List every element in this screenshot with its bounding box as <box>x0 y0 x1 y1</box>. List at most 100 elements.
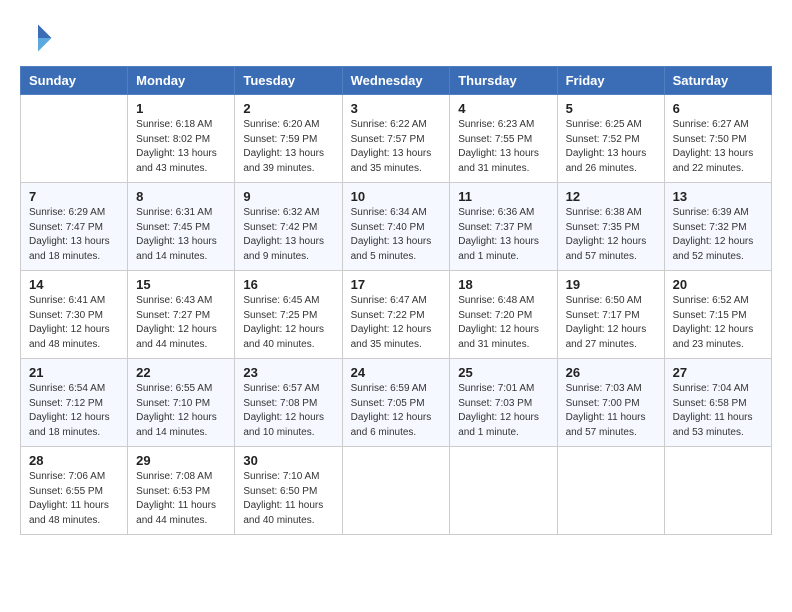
day-number: 11 <box>458 189 548 204</box>
day-detail: Sunrise: 7:06 AMSunset: 6:55 PMDaylight:… <box>29 470 119 528</box>
calendar-cell: 17 Sunrise: 6:47 AMSunset: 7:22 PMDaylig… <box>342 271 450 359</box>
calendar-cell: 13 Sunrise: 6:39 AMSunset: 7:32 PMDaylig… <box>664 183 771 271</box>
day-detail: Sunrise: 6:48 AMSunset: 7:20 PMDaylight:… <box>458 294 548 352</box>
day-number: 30 <box>243 453 333 468</box>
calendar-cell: 14 Sunrise: 6:41 AMSunset: 7:30 PMDaylig… <box>21 271 128 359</box>
calendar-cell: 6 Sunrise: 6:27 AMSunset: 7:50 PMDayligh… <box>664 95 771 183</box>
day-detail: Sunrise: 6:57 AMSunset: 7:08 PMDaylight:… <box>243 382 333 440</box>
calendar-cell: 22 Sunrise: 6:55 AMSunset: 7:10 PMDaylig… <box>128 359 235 447</box>
week-row-2: 7 Sunrise: 6:29 AMSunset: 7:47 PMDayligh… <box>21 183 772 271</box>
day-detail: Sunrise: 6:50 AMSunset: 7:17 PMDaylight:… <box>566 294 656 352</box>
week-row-5: 28 Sunrise: 7:06 AMSunset: 6:55 PMDaylig… <box>21 447 772 535</box>
calendar-cell: 12 Sunrise: 6:38 AMSunset: 7:35 PMDaylig… <box>557 183 664 271</box>
calendar-cell: 1 Sunrise: 6:18 AMSunset: 8:02 PMDayligh… <box>128 95 235 183</box>
calendar-cell: 2 Sunrise: 6:20 AMSunset: 7:59 PMDayligh… <box>235 95 342 183</box>
day-detail: Sunrise: 7:08 AMSunset: 6:53 PMDaylight:… <box>136 470 226 528</box>
day-detail: Sunrise: 6:47 AMSunset: 7:22 PMDaylight:… <box>351 294 442 352</box>
day-detail: Sunrise: 6:55 AMSunset: 7:10 PMDaylight:… <box>136 382 226 440</box>
day-detail: Sunrise: 7:10 AMSunset: 6:50 PMDaylight:… <box>243 470 333 528</box>
day-detail: Sunrise: 6:34 AMSunset: 7:40 PMDaylight:… <box>351 206 442 264</box>
day-detail: Sunrise: 6:20 AMSunset: 7:59 PMDaylight:… <box>243 118 333 176</box>
day-number: 10 <box>351 189 442 204</box>
day-number: 19 <box>566 277 656 292</box>
day-number: 18 <box>458 277 548 292</box>
day-detail: Sunrise: 6:43 AMSunset: 7:27 PMDaylight:… <box>136 294 226 352</box>
calendar-cell <box>664 447 771 535</box>
calendar-cell: 15 Sunrise: 6:43 AMSunset: 7:27 PMDaylig… <box>128 271 235 359</box>
day-detail: Sunrise: 6:39 AMSunset: 7:32 PMDaylight:… <box>673 206 763 264</box>
calendar-cell: 20 Sunrise: 6:52 AMSunset: 7:15 PMDaylig… <box>664 271 771 359</box>
day-number: 23 <box>243 365 333 380</box>
weekday-header-wednesday: Wednesday <box>342 67 450 95</box>
calendar-cell: 5 Sunrise: 6:25 AMSunset: 7:52 PMDayligh… <box>557 95 664 183</box>
day-detail: Sunrise: 6:31 AMSunset: 7:45 PMDaylight:… <box>136 206 226 264</box>
weekday-header-friday: Friday <box>557 67 664 95</box>
day-number: 9 <box>243 189 333 204</box>
day-number: 12 <box>566 189 656 204</box>
day-detail: Sunrise: 6:23 AMSunset: 7:55 PMDaylight:… <box>458 118 548 176</box>
day-detail: Sunrise: 6:59 AMSunset: 7:05 PMDaylight:… <box>351 382 442 440</box>
page-header <box>20 20 772 56</box>
day-number: 28 <box>29 453 119 468</box>
calendar-cell: 3 Sunrise: 6:22 AMSunset: 7:57 PMDayligh… <box>342 95 450 183</box>
day-detail: Sunrise: 6:25 AMSunset: 7:52 PMDaylight:… <box>566 118 656 176</box>
calendar: SundayMondayTuesdayWednesdayThursdayFrid… <box>20 66 772 535</box>
calendar-cell: 11 Sunrise: 6:36 AMSunset: 7:37 PMDaylig… <box>450 183 557 271</box>
day-number: 6 <box>673 101 763 116</box>
day-number: 17 <box>351 277 442 292</box>
calendar-cell: 30 Sunrise: 7:10 AMSunset: 6:50 PMDaylig… <box>235 447 342 535</box>
day-number: 3 <box>351 101 442 116</box>
calendar-cell: 10 Sunrise: 6:34 AMSunset: 7:40 PMDaylig… <box>342 183 450 271</box>
calendar-cell: 7 Sunrise: 6:29 AMSunset: 7:47 PMDayligh… <box>21 183 128 271</box>
day-number: 8 <box>136 189 226 204</box>
calendar-cell: 19 Sunrise: 6:50 AMSunset: 7:17 PMDaylig… <box>557 271 664 359</box>
calendar-cell: 29 Sunrise: 7:08 AMSunset: 6:53 PMDaylig… <box>128 447 235 535</box>
day-number: 25 <box>458 365 548 380</box>
day-detail: Sunrise: 6:45 AMSunset: 7:25 PMDaylight:… <box>243 294 333 352</box>
day-detail: Sunrise: 6:32 AMSunset: 7:42 PMDaylight:… <box>243 206 333 264</box>
day-detail: Sunrise: 7:03 AMSunset: 7:00 PMDaylight:… <box>566 382 656 440</box>
calendar-cell: 8 Sunrise: 6:31 AMSunset: 7:45 PMDayligh… <box>128 183 235 271</box>
day-number: 29 <box>136 453 226 468</box>
day-detail: Sunrise: 6:54 AMSunset: 7:12 PMDaylight:… <box>29 382 119 440</box>
weekday-header-tuesday: Tuesday <box>235 67 342 95</box>
calendar-cell: 27 Sunrise: 7:04 AMSunset: 6:58 PMDaylig… <box>664 359 771 447</box>
day-number: 16 <box>243 277 333 292</box>
weekday-header-sunday: Sunday <box>21 67 128 95</box>
calendar-cell <box>342 447 450 535</box>
week-row-4: 21 Sunrise: 6:54 AMSunset: 7:12 PMDaylig… <box>21 359 772 447</box>
day-detail: Sunrise: 6:29 AMSunset: 7:47 PMDaylight:… <box>29 206 119 264</box>
day-detail: Sunrise: 6:41 AMSunset: 7:30 PMDaylight:… <box>29 294 119 352</box>
weekday-header-thursday: Thursday <box>450 67 557 95</box>
day-detail: Sunrise: 7:04 AMSunset: 6:58 PMDaylight:… <box>673 382 763 440</box>
day-number: 15 <box>136 277 226 292</box>
day-detail: Sunrise: 6:38 AMSunset: 7:35 PMDaylight:… <box>566 206 656 264</box>
calendar-cell: 28 Sunrise: 7:06 AMSunset: 6:55 PMDaylig… <box>21 447 128 535</box>
calendar-cell: 25 Sunrise: 7:01 AMSunset: 7:03 PMDaylig… <box>450 359 557 447</box>
calendar-cell: 24 Sunrise: 6:59 AMSunset: 7:05 PMDaylig… <box>342 359 450 447</box>
day-number: 4 <box>458 101 548 116</box>
day-number: 7 <box>29 189 119 204</box>
day-detail: Sunrise: 6:36 AMSunset: 7:37 PMDaylight:… <box>458 206 548 264</box>
calendar-cell: 26 Sunrise: 7:03 AMSunset: 7:00 PMDaylig… <box>557 359 664 447</box>
calendar-cell <box>557 447 664 535</box>
day-number: 2 <box>243 101 333 116</box>
day-number: 21 <box>29 365 119 380</box>
weekday-header-monday: Monday <box>128 67 235 95</box>
calendar-cell: 16 Sunrise: 6:45 AMSunset: 7:25 PMDaylig… <box>235 271 342 359</box>
day-number: 20 <box>673 277 763 292</box>
day-number: 14 <box>29 277 119 292</box>
calendar-cell <box>450 447 557 535</box>
day-number: 13 <box>673 189 763 204</box>
day-detail: Sunrise: 6:52 AMSunset: 7:15 PMDaylight:… <box>673 294 763 352</box>
weekday-header-row: SundayMondayTuesdayWednesdayThursdayFrid… <box>21 67 772 95</box>
day-number: 22 <box>136 365 226 380</box>
day-detail: Sunrise: 6:22 AMSunset: 7:57 PMDaylight:… <box>351 118 442 176</box>
calendar-cell: 23 Sunrise: 6:57 AMSunset: 7:08 PMDaylig… <box>235 359 342 447</box>
logo <box>20 20 60 56</box>
day-number: 1 <box>136 101 226 116</box>
day-detail: Sunrise: 6:27 AMSunset: 7:50 PMDaylight:… <box>673 118 763 176</box>
calendar-cell: 9 Sunrise: 6:32 AMSunset: 7:42 PMDayligh… <box>235 183 342 271</box>
day-detail: Sunrise: 6:18 AMSunset: 8:02 PMDaylight:… <box>136 118 226 176</box>
week-row-3: 14 Sunrise: 6:41 AMSunset: 7:30 PMDaylig… <box>21 271 772 359</box>
